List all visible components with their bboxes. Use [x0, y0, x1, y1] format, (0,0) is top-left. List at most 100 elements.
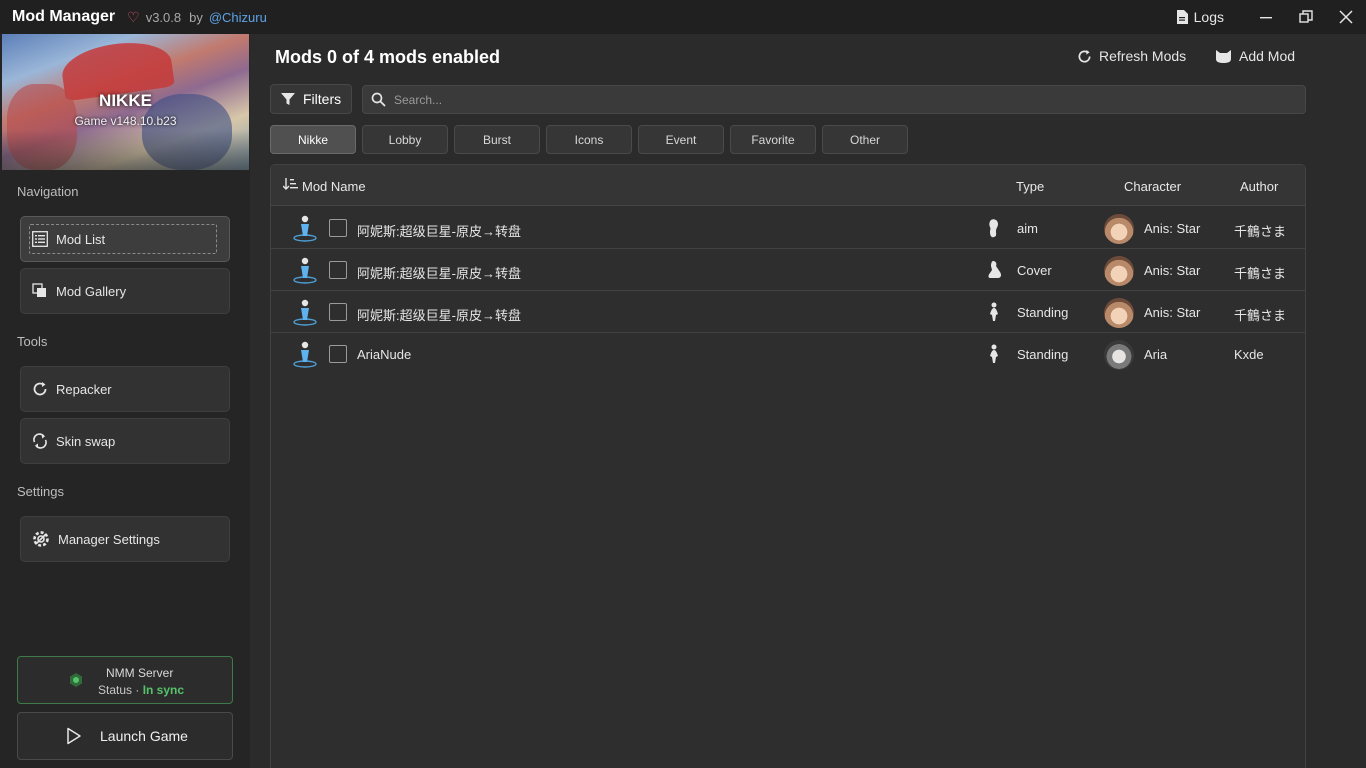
- nav-mod-list-label: Mod List: [56, 231, 106, 247]
- logs-label: Logs: [1193, 9, 1224, 25]
- nav-mod-gallery-button[interactable]: Mod Gallery: [20, 268, 230, 314]
- sort-icon[interactable]: [283, 178, 298, 191]
- character-avatar: [1104, 256, 1134, 286]
- chip-icons[interactable]: Icons: [546, 125, 632, 154]
- repacker-label: Repacker: [56, 381, 112, 397]
- tools-label: Tools: [17, 334, 48, 349]
- mod-character: Aria: [1144, 347, 1168, 362]
- nav-mod-list-button[interactable]: Mod List: [20, 216, 230, 262]
- search-input[interactable]: [394, 92, 1274, 107]
- minimize-button[interactable]: [1246, 0, 1286, 34]
- mod-author: 千鶴さま: [1234, 308, 1287, 323]
- mod-type: Standing: [1017, 347, 1069, 362]
- header-mod-name[interactable]: Mod Name: [302, 179, 366, 194]
- header-character[interactable]: Character: [1124, 179, 1181, 194]
- table-header: Mod Name Type Character Author: [271, 165, 1305, 206]
- mod-character: Anis: Star: [1144, 305, 1201, 320]
- refresh-icon: [1078, 49, 1091, 62]
- mod-name: AriaNude: [357, 347, 412, 362]
- table-row[interactable]: 阿妮斯:超级巨星-原皮→转盘 Standing Anis: Star 千鶴さま: [271, 291, 1305, 333]
- chip-burst[interactable]: Burst: [454, 125, 540, 154]
- mod-enable-checkbox[interactable]: [329, 219, 347, 237]
- close-button[interactable]: [1326, 0, 1366, 34]
- mod-type: aim: [1017, 221, 1038, 236]
- navigation-label: Navigation: [17, 184, 79, 199]
- chip-lobby[interactable]: Lobby: [362, 125, 448, 154]
- refresh-mods-button[interactable]: Refresh Mods: [1077, 48, 1186, 64]
- mod-type: Cover: [1017, 263, 1052, 278]
- filters-label: Filters: [303, 91, 342, 107]
- standing-type-icon: [990, 302, 998, 321]
- mod-enable-checkbox[interactable]: [329, 303, 347, 321]
- mod-figure-icon: [293, 341, 317, 368]
- table-row[interactable]: AriaNude Standing Aria Kxde: [271, 333, 1305, 375]
- table-row[interactable]: 阿妮斯:超级巨星-原皮→转盘 aim Anis: Star 千鶴さま: [271, 207, 1305, 249]
- cover-type-icon: [988, 261, 1002, 278]
- add-mod-label: Add Mod: [1239, 48, 1296, 64]
- filters-button[interactable]: Filters: [270, 84, 352, 114]
- header-author[interactable]: Author: [1240, 179, 1278, 194]
- launch-game-button[interactable]: Launch Game: [17, 712, 233, 760]
- chip-favorite[interactable]: Favorite: [730, 125, 816, 154]
- refresh-icon: [33, 382, 47, 396]
- refresh-mods-label: Refresh Mods: [1099, 48, 1187, 64]
- server-status: Status · In sync: [98, 683, 184, 697]
- settings-gear-icon: [33, 531, 49, 547]
- author-link[interactable]: @Chizuru: [209, 10, 267, 25]
- restore-icon: [1299, 10, 1313, 23]
- skin-swap-button[interactable]: Skin swap: [20, 418, 230, 464]
- mod-character: Anis: Star: [1144, 221, 1201, 236]
- server-status-label: Status ·: [98, 683, 143, 697]
- search-icon: [371, 92, 386, 107]
- search-box[interactable]: [362, 85, 1306, 114]
- swap-icon: [33, 433, 47, 449]
- mod-author: 千鶴さま: [1234, 266, 1287, 281]
- launch-game-label: Launch Game: [100, 728, 188, 744]
- mod-name: 阿妮斯:超级巨星-原皮→转盘: [357, 308, 521, 323]
- settings-label: Settings: [17, 484, 64, 499]
- cat-icon: [1216, 49, 1231, 63]
- banner-game-version: Game v148.10.b23: [74, 114, 177, 128]
- file-icon: [1176, 10, 1188, 24]
- mod-name: 阿妮斯:超级巨星-原皮→转盘: [357, 224, 521, 239]
- game-banner: NIKKE Game v148.10.b23: [2, 34, 249, 170]
- manager-settings-label: Manager Settings: [58, 531, 160, 547]
- server-status-value: In sync: [142, 683, 185, 697]
- aim-type-icon: [989, 219, 998, 238]
- server-title: NMM Server: [106, 666, 174, 680]
- play-icon: [67, 727, 81, 745]
- manager-settings-button[interactable]: Manager Settings: [20, 516, 230, 562]
- add-mod-button[interactable]: Add Mod: [1215, 48, 1295, 64]
- nav-mod-gallery-label: Mod Gallery: [56, 283, 127, 299]
- mod-figure-icon: [293, 257, 317, 284]
- mod-name: 阿妮斯:超级巨星-原皮→转盘: [357, 266, 521, 281]
- app-title: Mod Manager: [12, 8, 116, 25]
- heart-icon[interactable]: ♡: [127, 9, 140, 26]
- app-version: v3.0.8: [145, 9, 182, 25]
- minimize-icon: [1260, 17, 1272, 19]
- mod-enable-checkbox[interactable]: [329, 345, 347, 363]
- mod-table: Mod Name Type Character Author 阿妮斯:超级巨星-…: [270, 164, 1306, 768]
- logs-button[interactable]: Logs: [1176, 9, 1224, 25]
- mod-figure-icon: [293, 299, 317, 326]
- chip-nikke[interactable]: Nikke: [270, 125, 356, 154]
- chip-other[interactable]: Other: [822, 125, 908, 154]
- close-icon: [1339, 10, 1353, 24]
- repacker-button[interactable]: Repacker: [20, 366, 230, 412]
- server-status-box: NMM Server Status · In sync: [17, 656, 233, 704]
- character-avatar: [1104, 298, 1134, 328]
- restore-button[interactable]: [1286, 0, 1326, 34]
- table-row[interactable]: 阿妮斯:超级巨星-原皮→转盘 Cover Anis: Star 千鶴さま: [271, 249, 1305, 291]
- mod-enable-checkbox[interactable]: [329, 261, 347, 279]
- mod-author: 千鶴さま: [1234, 224, 1287, 239]
- filter-icon: [281, 93, 295, 105]
- chip-event[interactable]: Event: [638, 125, 724, 154]
- title-bar: Mod Manager ♡ v3.0.8 by @Chizuru Logs: [0, 0, 1366, 34]
- mod-character: Anis: Star: [1144, 263, 1201, 278]
- header-type[interactable]: Type: [1016, 179, 1044, 194]
- character-avatar: [1104, 214, 1134, 244]
- mod-type: Standing: [1017, 305, 1069, 320]
- mod-figure-icon: [293, 215, 317, 242]
- sidebar: NIKKE Game v148.10.b23 Navigation Mod Li…: [0, 34, 250, 768]
- status-hexagon-icon: [70, 673, 82, 687]
